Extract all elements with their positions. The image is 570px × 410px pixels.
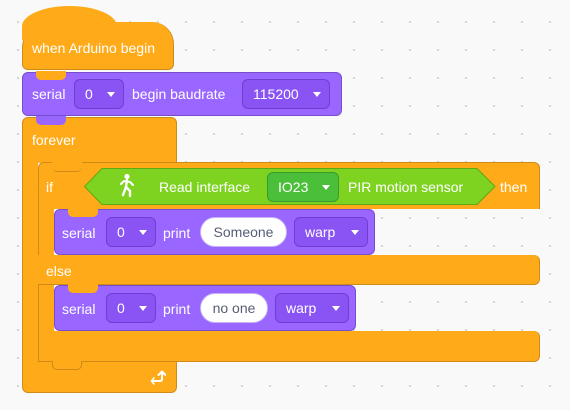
serial-label: serial bbox=[32, 86, 66, 102]
loop-arrow-icon bbox=[148, 368, 167, 386]
forever-label: forever bbox=[32, 132, 76, 148]
else-label: else bbox=[46, 263, 72, 279]
print-text-value: no one bbox=[212, 300, 256, 316]
serial-port-value: 0 bbox=[117, 224, 125, 240]
if-else-bottom-left bbox=[38, 331, 54, 362]
hat-cap bbox=[22, 6, 117, 40]
print-mode-value: warp bbox=[286, 300, 317, 316]
read-interface-label: Read interface bbox=[159, 179, 251, 195]
walking-person-icon bbox=[118, 173, 136, 199]
print-mode-value: warp bbox=[305, 224, 336, 240]
sensor-label: PIR motion sensor bbox=[348, 179, 464, 195]
if-label: if bbox=[46, 179, 53, 195]
print-label: print bbox=[163, 225, 191, 241]
chevron-down-icon bbox=[313, 91, 321, 97]
serial-port-value: 0 bbox=[85, 86, 93, 102]
block-notch bbox=[36, 116, 66, 125]
serial-port-dropdown[interactable]: 0 bbox=[106, 293, 156, 323]
pin-dropdown[interactable]: IO23 bbox=[267, 172, 339, 202]
baudrate-dropdown[interactable]: 115200 bbox=[242, 79, 330, 109]
print-text-input[interactable]: no one bbox=[200, 293, 268, 323]
begin-baudrate-label: begin baudrate bbox=[132, 86, 226, 102]
serial-port-dropdown[interactable]: 0 bbox=[74, 79, 124, 109]
else-section bbox=[38, 255, 540, 285]
print-text-value: Someone bbox=[213, 224, 274, 240]
pin-value: IO23 bbox=[278, 179, 309, 195]
chevron-down-icon bbox=[139, 305, 147, 311]
chevron-down-icon bbox=[107, 91, 115, 97]
serial-label: serial bbox=[62, 225, 96, 241]
block-notch bbox=[68, 208, 98, 217]
print-mode-dropdown[interactable]: warp bbox=[294, 217, 368, 247]
chevron-down-icon bbox=[351, 229, 359, 235]
print-mode-dropdown[interactable]: warp bbox=[275, 293, 349, 323]
baudrate-value: 115200 bbox=[253, 86, 299, 102]
if-else-bottom bbox=[38, 331, 540, 362]
chevron-down-icon bbox=[322, 184, 330, 190]
forever-left-arm bbox=[22, 162, 38, 362]
chevron-down-icon bbox=[332, 305, 340, 311]
serial-port-dropdown[interactable]: 0 bbox=[106, 217, 156, 247]
block-notch bbox=[52, 162, 82, 172]
then-label: then bbox=[500, 179, 528, 195]
block-notch bbox=[68, 284, 98, 293]
chevron-down-icon bbox=[139, 229, 147, 235]
block-notch bbox=[52, 361, 82, 370]
print-text-input[interactable]: Someone bbox=[200, 217, 287, 247]
block-notch bbox=[36, 71, 66, 80]
code-workspace[interactable]: when Arduino begin serial 0 begin baudra… bbox=[0, 0, 570, 410]
serial-label: serial bbox=[62, 301, 96, 317]
serial-port-value: 0 bbox=[117, 300, 125, 316]
hat-block-label: when Arduino begin bbox=[32, 40, 155, 56]
print-label: print bbox=[163, 301, 191, 317]
